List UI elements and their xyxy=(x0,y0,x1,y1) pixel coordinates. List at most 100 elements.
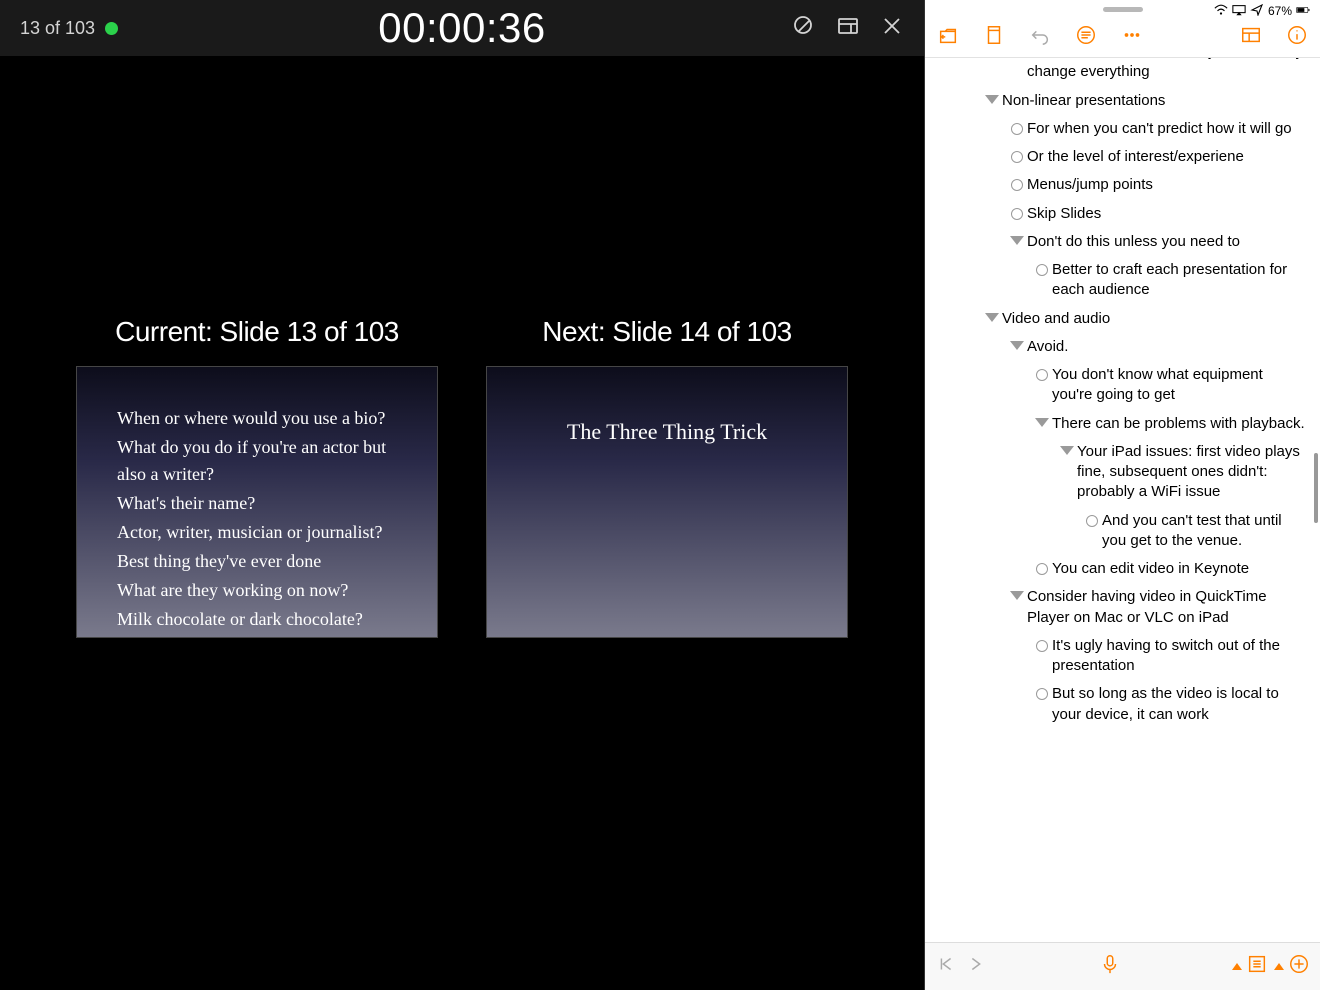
bullet-circle-icon xyxy=(1007,204,1027,220)
nav-next-icon[interactable] xyxy=(965,953,987,980)
disclosure-triangle-icon[interactable] xyxy=(1007,587,1027,600)
outline-row-text: Video and audio xyxy=(1002,309,1306,329)
undo-icon[interactable] xyxy=(1029,24,1051,51)
list-icon[interactable] xyxy=(1246,953,1268,980)
slide-counter-text: 13 of 103 xyxy=(20,18,95,39)
slide-text-line: Actor, writer, musician or journalist? xyxy=(117,519,397,546)
disclosure-triangle-icon[interactable] xyxy=(982,309,1002,322)
outline-row[interactable]: Menus/jump points xyxy=(925,171,1320,199)
disclosure-triangle-icon[interactable] xyxy=(982,91,1002,104)
bullet-circle-icon xyxy=(1032,559,1052,575)
slide-text-line: When or where would you use a bio? xyxy=(117,405,397,432)
documents-back-icon[interactable] xyxy=(937,24,959,51)
outline-row[interactable]: Video and audio xyxy=(925,305,1320,333)
outline-row[interactable]: Better to craft each presentation for ea… xyxy=(925,256,1320,305)
location-icon xyxy=(1250,4,1264,19)
presenter-view: 13 of 103 00:00:36 Current: Slide 13 of … xyxy=(0,0,924,990)
outliner-bottom-bar xyxy=(925,942,1320,990)
more-icon[interactable] xyxy=(1121,24,1143,51)
outline-row-text: Better to craft each presentation for ea… xyxy=(1052,260,1306,301)
presenter-top-bar: 13 of 103 00:00:36 xyxy=(0,0,924,56)
outline-row-text: For when you can't predict how it will g… xyxy=(1027,119,1306,139)
current-slide-column: Current: Slide 13 of 103 When or where w… xyxy=(76,316,438,638)
presenter-top-icons xyxy=(792,14,904,43)
outline-row-text: Or the level of interest/experiene xyxy=(1027,147,1306,167)
outline-row-text: Menus/jump points xyxy=(1027,175,1306,195)
outline-row[interactable]: There can be problems with playback. xyxy=(925,410,1320,438)
document-icon[interactable] xyxy=(983,24,1005,51)
collapse-triangle-icon[interactable] xyxy=(1232,963,1242,970)
current-slide-label: Current: Slide 13 of 103 xyxy=(76,316,438,348)
microphone-icon[interactable] xyxy=(1099,953,1121,980)
bullet-circle-icon xyxy=(1032,365,1052,381)
outline-row-text: Consider having video in QuickTime Playe… xyxy=(1027,587,1306,628)
outline-row[interactable]: Or the level of interest/experiene xyxy=(925,143,1320,171)
bullet-circle-icon xyxy=(1007,175,1027,191)
outline-row[interactable]: And you can't test that until you get to… xyxy=(925,507,1320,556)
outline-row[interactable]: For when you can't predict how it will g… xyxy=(925,115,1320,143)
next-slide-column: Next: Slide 14 of 103 The Three Thing Tr… xyxy=(486,316,848,638)
outline-row-text: Select a master slide, then you can easi… xyxy=(1027,58,1306,83)
disclosure-triangle-icon[interactable] xyxy=(1057,442,1077,455)
outline-row-text: But so long as the video is local to you… xyxy=(1052,684,1306,725)
outliner-toolbar xyxy=(925,18,1320,58)
airplay-icon xyxy=(1232,4,1246,19)
slide-counter[interactable]: 13 of 103 xyxy=(20,18,118,39)
next-slide-title: The Three Thing Trick xyxy=(487,367,847,445)
slide-text-line: What are they working on now? xyxy=(117,577,397,604)
outline-row[interactable]: Skip Slides xyxy=(925,200,1320,228)
disclosure-triangle-icon[interactable] xyxy=(1007,232,1027,245)
bullet-circle-icon xyxy=(1032,684,1052,700)
bullet-circle-icon xyxy=(1032,636,1052,652)
bullet-circle-icon xyxy=(1007,147,1027,163)
wifi-icon xyxy=(1214,4,1228,19)
battery-icon xyxy=(1296,4,1310,19)
scroll-indicator[interactable] xyxy=(1314,453,1318,523)
outline-row[interactable]: Select a master slide, then you can easi… xyxy=(925,58,1320,87)
next-slide-thumbnail[interactable]: The Three Thing Trick xyxy=(486,366,848,638)
bullet-circle-icon xyxy=(1007,119,1027,135)
outline-row-text: You don't know what equipment you're goi… xyxy=(1052,365,1306,406)
slide-text-line: What's their name? xyxy=(117,490,397,517)
outline-row[interactable]: Non-linear presentations xyxy=(925,87,1320,115)
outline-row-text: There can be problems with playback. xyxy=(1052,414,1306,434)
expand-triangle-icon[interactable] xyxy=(1274,963,1284,970)
outline-row[interactable]: You don't know what equipment you're goi… xyxy=(925,361,1320,410)
outline-row-text: And you can't test that until you get to… xyxy=(1102,511,1306,552)
slide-text-line: Best thing they've ever done xyxy=(117,548,397,575)
slide-text-line: What do you do if you're an actor but al… xyxy=(117,434,397,488)
slideover-grabber-icon[interactable] xyxy=(1103,7,1143,12)
info-icon[interactable] xyxy=(1286,24,1308,51)
outline-content[interactable]: Select a master slide, then you can easi… xyxy=(925,58,1320,942)
outline-icon[interactable] xyxy=(1075,24,1097,51)
nav-start-icon[interactable] xyxy=(935,953,957,980)
view-icon[interactable] xyxy=(1240,24,1262,51)
outline-row[interactable]: It's ugly having to switch out of the pr… xyxy=(925,632,1320,681)
annotate-icon[interactable] xyxy=(792,14,816,43)
presentation-timer[interactable]: 00:00:36 xyxy=(378,4,546,52)
record-indicator-icon xyxy=(105,22,118,35)
current-slide-thumbnail[interactable]: When or where would you use a bio?What d… xyxy=(76,366,438,638)
slides-preview-area: Current: Slide 13 of 103 When or where w… xyxy=(0,56,924,638)
outline-row[interactable]: You can edit video in Keynote xyxy=(925,555,1320,583)
outline-row[interactable]: Don't do this unless you need to xyxy=(925,228,1320,256)
add-item-icon[interactable] xyxy=(1288,953,1310,980)
outliner-app: 67% Select a master slide, then you can … xyxy=(924,0,1320,990)
outline-row[interactable]: Consider having video in QuickTime Playe… xyxy=(925,583,1320,632)
bullet-circle-icon xyxy=(1082,511,1102,527)
close-icon[interactable] xyxy=(880,14,904,43)
next-slide-label: Next: Slide 14 of 103 xyxy=(486,316,848,348)
outline-row[interactable]: Avoid. xyxy=(925,333,1320,361)
layout-icon[interactable] xyxy=(836,14,860,43)
outline-row-text: You can edit video in Keynote xyxy=(1052,559,1306,579)
outline-row-text: Your iPad issues: first video plays fine… xyxy=(1077,442,1306,503)
outline-row-text: Skip Slides xyxy=(1027,204,1306,224)
outline-row-text: Non-linear presentations xyxy=(1002,91,1306,111)
slide-text-line: Milk chocolate or dark chocolate? xyxy=(117,606,397,633)
outline-row[interactable]: Your iPad issues: first video plays fine… xyxy=(925,438,1320,507)
current-slide-content: When or where would you use a bio?What d… xyxy=(77,367,437,633)
disclosure-triangle-icon[interactable] xyxy=(1032,414,1052,427)
disclosure-triangle-icon[interactable] xyxy=(1007,337,1027,350)
outline-row-text: It's ugly having to switch out of the pr… xyxy=(1052,636,1306,677)
outline-row[interactable]: But so long as the video is local to you… xyxy=(925,680,1320,729)
